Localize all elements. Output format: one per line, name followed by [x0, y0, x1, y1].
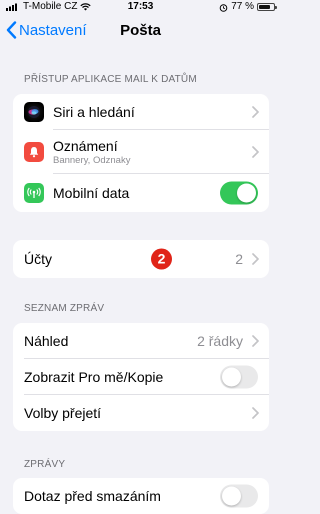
chevron-right-icon — [252, 146, 259, 158]
message-list-group: Náhled 2 řádky Zobrazit Pro mě/Kopie Vol… — [13, 323, 269, 431]
preview-value: 2 řádky — [197, 333, 243, 349]
chevron-right-icon — [252, 106, 259, 118]
accounts-label: Účty — [24, 251, 52, 267]
siri-icon — [24, 102, 44, 122]
section-header-messages: ZPRÁVY — [24, 459, 66, 470]
ask-before-deleting-label: Dotaz před smazáním — [24, 488, 161, 504]
battery-icon — [257, 3, 277, 11]
chevron-right-icon — [252, 253, 259, 265]
mobile-data-label: Mobilní data — [53, 185, 130, 201]
chevron-right-icon — [252, 407, 259, 419]
status-bar: T-Mobile CZ 17:53 77 % — [0, 0, 281, 14]
section-header-access: PŘÍSTUP APLIKACE MAIL K DATŮM — [24, 74, 197, 85]
siri-label: Siri a hledání — [53, 104, 135, 120]
section-header-message-list: SEZNAM ZPRÁV — [24, 303, 105, 314]
bell-icon — [24, 142, 44, 162]
accounts-row[interactable]: Účty 2 2 — [13, 240, 269, 278]
nav-bar: Nastavení Pošta — [0, 14, 281, 50]
notifications-label: Oznámení — [53, 138, 118, 154]
access-group: Siri a hledání Oznámení Bannery, Odznaky — [13, 94, 269, 212]
preview-row[interactable]: Náhled 2 řádky — [13, 323, 269, 359]
show-to-cc-label: Zobrazit Pro mě/Kopie — [24, 369, 164, 385]
preview-label: Náhled — [24, 333, 69, 349]
accounts-group: Účty 2 2 — [13, 240, 269, 278]
show-to-cc-toggle[interactable] — [220, 365, 258, 389]
mobile-data-row: Mobilní data — [13, 174, 269, 212]
chevron-right-icon — [252, 335, 259, 347]
swipe-options-row[interactable]: Volby přejetí — [13, 395, 269, 431]
messages-group: Dotaz před smazáním — [13, 478, 269, 514]
antenna-icon — [24, 183, 44, 203]
alarm-icon — [219, 3, 228, 12]
ask-before-deleting-row: Dotaz před smazáním — [13, 478, 269, 514]
mobile-data-toggle[interactable] — [220, 181, 258, 205]
status-right: 77 % — [219, 0, 277, 14]
siri-row[interactable]: Siri a hledání — [13, 94, 269, 130]
notifications-subtitle: Bannery, Odznaky — [53, 155, 131, 166]
battery-percent: 77 % — [231, 1, 254, 12]
notifications-text: Oznámení Bannery, Odznaky — [53, 138, 130, 166]
show-to-cc-row: Zobrazit Pro mě/Kopie — [13, 359, 269, 395]
step-badge: 2 — [151, 248, 172, 270]
page-title: Pošta — [120, 22, 161, 39]
ask-before-deleting-toggle[interactable] — [220, 484, 258, 508]
notifications-row[interactable]: Oznámení Bannery, Odznaky — [13, 130, 269, 174]
accounts-count: 2 — [235, 251, 243, 267]
swipe-options-label: Volby přejetí — [24, 405, 102, 421]
